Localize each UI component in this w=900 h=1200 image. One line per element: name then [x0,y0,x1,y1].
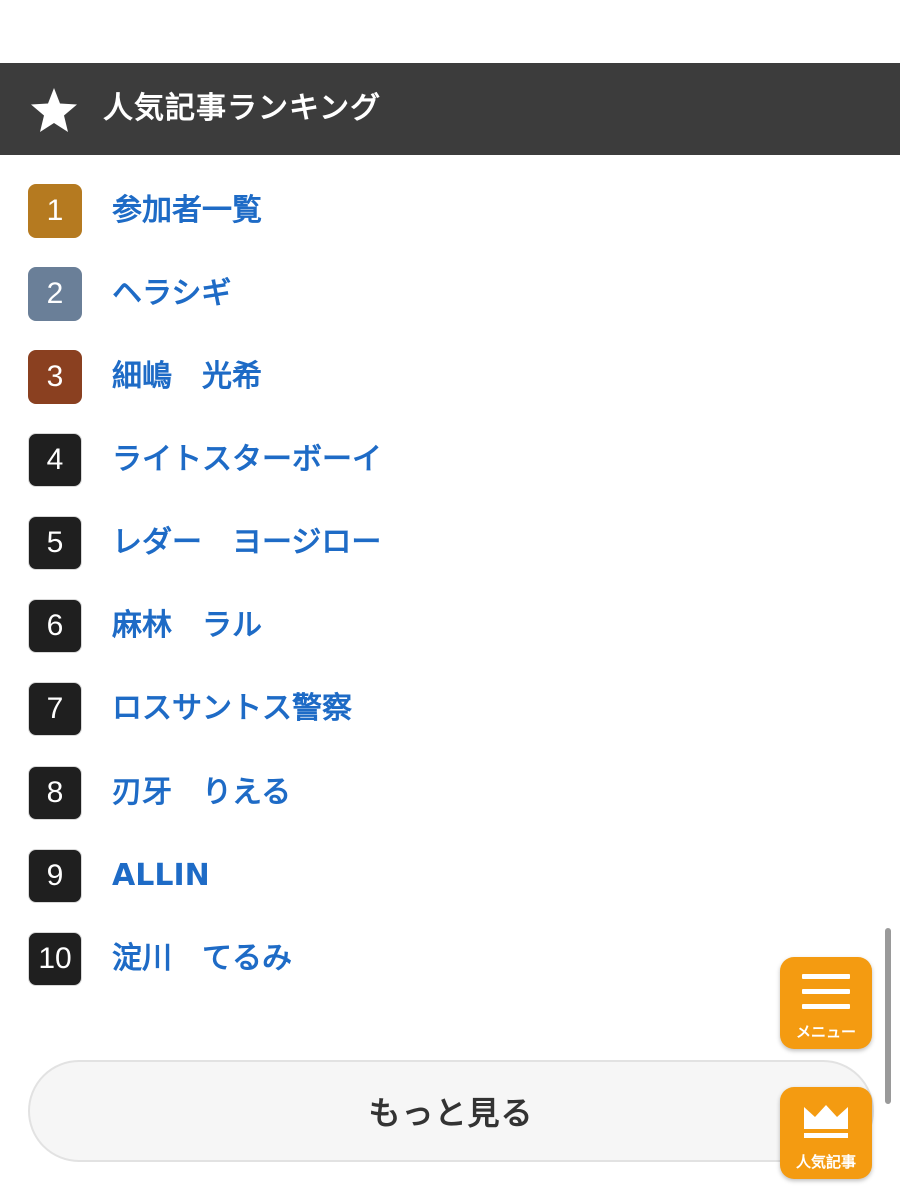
rank-badge: 7 [28,682,82,736]
rank-badge: 1 [28,184,82,238]
popular-articles-fab-button[interactable]: 人気記事 [780,1087,872,1179]
rank-badge: 10 [28,932,82,986]
crown-icon [804,1105,848,1138]
rank-badge: 9 [28,849,82,903]
rank-badge: 3 [28,350,82,404]
ranking-link[interactable]: ロスサントス警察 [112,667,352,750]
ranking-link[interactable]: 参加者一覧 [112,169,262,252]
rank-badge: 8 [28,766,82,820]
ranking-header: 人気記事ランキング [0,63,900,155]
ranking-item[interactable]: 10 淀川 てるみ [0,917,900,1000]
star-icon [31,88,77,132]
ranking-title: 人気記事ランキング [103,91,382,126]
ranking-item[interactable]: 3 細嶋 光希 [0,335,900,418]
ranking-item[interactable]: 1 参加者一覧 [0,169,900,252]
ranking-item[interactable]: 5 レダー ヨージロー [0,501,900,584]
rank-badge: 5 [28,516,82,570]
ranking-item[interactable]: 7 ロスサントス警察 [0,667,900,750]
menu-fab-label: メニュー [795,1023,856,1041]
ranking-link[interactable]: 刃牙 りえる [112,751,291,834]
rank-badge: 2 [28,267,82,321]
hamburger-menu-icon [802,974,850,1009]
scrollbar[interactable] [885,928,891,1104]
ranking-link[interactable]: ヘラシギ [112,252,231,335]
rank-badge: 4 [28,433,82,487]
ranking-link[interactable]: 淀川 てるみ [112,917,292,1000]
see-more-button[interactable]: もっと見る [28,1060,874,1162]
ranking-item[interactable]: 6 麻林 ラル [0,584,900,667]
ranking-link[interactable]: レダー ヨージロー [112,501,381,584]
popular-fab-label: 人気記事 [795,1153,856,1171]
rank-badge: 6 [28,599,82,653]
ranking-item[interactable]: 2 ヘラシギ [0,252,900,335]
ranking-link[interactable]: ライトスターボーイ [112,418,382,501]
menu-fab-button[interactable]: メニュー [780,957,872,1049]
ranking-link[interactable]: 細嶋 光希 [112,335,262,418]
ranking-link[interactable]: ALLIN [112,834,210,917]
ranking-item[interactable]: 9 ALLIN [0,834,900,917]
ranking-link[interactable]: 麻林 ラル [112,584,262,667]
ranking-item[interactable]: 8 刃牙 りえる [0,751,900,834]
ranking-item[interactable]: 4 ライトスターボーイ [0,418,900,501]
